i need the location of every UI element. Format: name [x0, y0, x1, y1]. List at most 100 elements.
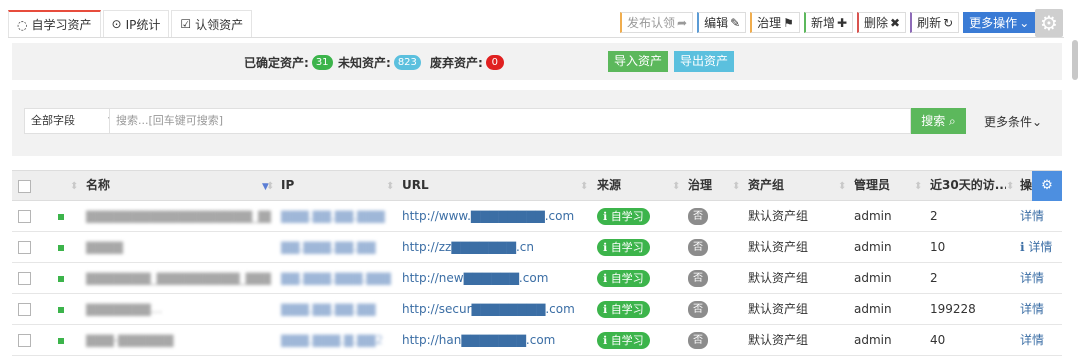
export-assets-button[interactable]: 导出资产 — [674, 51, 735, 72]
table-row[interactable]: ▇▇▇▇▇▇▇... ▇▇▇.▇▇.▇▇.▇▇ http://secur▇▇▇▇… — [12, 294, 1062, 325]
table-row[interactable]: ▇▇▇▇▇▇▇▇▇▇▇▇▇▇▇▇▇▇_▇▇_▇▇ ▇▇▇.▇▇.▇▇.▇▇▇ h… — [12, 201, 1062, 232]
info-icon: ℹ — [603, 272, 611, 285]
tab-ip-stats[interactable]: ⊙ IP统计 — [102, 10, 170, 37]
table-row[interactable]: ▇▇▇▇▇▇▇_▇▇▇▇▇▇▇▇▇_▇▇▇▇▇▇ ▇▇.▇▇▇.▇▇▇.▇▇▇ … — [12, 263, 1062, 294]
tab-label: 自学习资产 — [31, 18, 92, 32]
status-square-icon — [58, 338, 64, 344]
source-text: 自学习 — [610, 303, 644, 316]
detail-link[interactable]: 详情 — [1020, 263, 1044, 294]
tab-divider — [8, 37, 1064, 38]
top-bar: ◌ 自学习资产 ⊙ IP统计 ☑ 认领资产 发布认领 ➦ 编辑 ✎ 治理 ⚑ 新… — [0, 0, 1080, 40]
learn-badge: ℹ 自学习 — [597, 270, 650, 287]
source-badge: ℹ 自学习 — [597, 201, 650, 232]
row-checkbox[interactable] — [18, 303, 31, 316]
asset-ip: ▇▇▇.▇▇▇.▇.▇▇2 — [281, 333, 384, 347]
col-source[interactable]: 来源 — [597, 171, 621, 202]
more-actions-button[interactable]: 更多操作 ⌄ — [963, 12, 1036, 33]
asset-stats-panel: 已确定资产: 31 未知资产: 823 废弃资产: 0 导入资产 导出资产 — [12, 43, 1062, 80]
add-button[interactable]: 新增 ✚ — [803, 12, 854, 33]
govern-value: 否 — [688, 332, 708, 349]
refresh-button[interactable]: 刷新 ↻ — [910, 12, 960, 33]
govern-badge: 否 — [688, 325, 708, 356]
asset-name: ▇▇▇-▇▇▇▇▇▇ — [86, 333, 174, 347]
share-icon: ➦ — [677, 15, 688, 30]
sort-icon[interactable]: ⬍ — [70, 171, 78, 202]
govern-badge: 否 — [688, 263, 708, 294]
delete-label: 删除 — [864, 16, 889, 30]
col-asset-group[interactable]: 资产组 — [748, 171, 784, 202]
asset-url[interactable]: http://han▇▇▇▇▇▇▇.com — [402, 325, 582, 356]
col-name[interactable]: 名称 — [86, 171, 110, 202]
table-row[interactable]: ▇▇▇-▇▇▇▇▇▇ ▇▇▇.▇▇▇.▇.▇▇2 http://han▇▇▇▇▇… — [12, 325, 1062, 356]
row-checkbox[interactable] — [18, 272, 31, 285]
asset-url[interactable]: http://new▇▇▇▇▇▇.com — [402, 263, 582, 294]
search-field-select[interactable]: 全部字段 ▼ — [24, 108, 120, 134]
table-row[interactable]: ▇▇▇▇ ▇▇.▇▇▇.▇▇.▇▇ http://zz▇▇▇▇▇▇▇.cn ℹ … — [12, 232, 1062, 263]
asset-ip: ▇▇.▇▇▇.▇▇.▇▇ — [281, 240, 376, 254]
sort-icon[interactable]: ⬍ — [838, 171, 846, 202]
asset-url[interactable]: http://www.▇▇▇▇▇▇▇▇.com — [402, 201, 582, 232]
row-checkbox[interactable] — [18, 334, 31, 347]
checkbox-icon: ☑ — [180, 17, 192, 31]
tab-label: 认领资产 — [195, 17, 244, 32]
sort-icon[interactable]: ⬍ — [386, 171, 394, 202]
govern-badge: 否 — [688, 294, 708, 325]
learn-badge: ℹ 自学习 — [597, 332, 650, 349]
asset-ip: ▇▇▇.▇▇.▇▇.▇▇▇ — [281, 209, 385, 223]
col-govern[interactable]: 治理 — [688, 171, 712, 202]
visits-30d: 40 — [930, 333, 946, 347]
info-icon: ℹ — [603, 334, 611, 347]
tab-self-learned-assets[interactable]: ◌ 自学习资产 — [8, 10, 101, 37]
govern-badge: 否 — [688, 232, 708, 263]
column-settings-gear-icon[interactable]: ⚙ — [1032, 171, 1062, 201]
search-field-value: 全部字段 — [31, 114, 75, 127]
col-admin[interactable]: 管理员 — [854, 171, 890, 202]
govern-button[interactable]: 治理 ⚑ — [750, 12, 800, 33]
asset-ip: ▇▇▇.▇▇.▇▇.▇▇ — [281, 302, 376, 316]
select-all-checkbox[interactable] — [18, 180, 31, 193]
source-text: 自学习 — [610, 210, 644, 223]
search-button[interactable]: 搜索 ⌕ — [911, 108, 966, 134]
status-square-icon — [58, 307, 64, 313]
sort-icon[interactable]: ⬍ — [580, 171, 588, 202]
confirmed-count-badge: 31 — [311, 55, 333, 70]
tab-strip: ◌ 自学习资产 ⊙ IP统计 ☑ 认领资产 — [8, 10, 254, 38]
sort-icon[interactable]: ⬍ — [1006, 171, 1014, 202]
scrollbar[interactable] — [1072, 40, 1078, 80]
govern-value: 否 — [688, 270, 708, 287]
row-checkbox[interactable] — [18, 241, 31, 254]
search-input[interactable]: 搜索...[回车键可搜索] — [109, 108, 911, 134]
learn-badge: ℹ 自学习 — [597, 208, 650, 225]
asset-group: 默认资产组 — [748, 333, 809, 347]
table-body: ▇▇▇▇▇▇▇▇▇▇▇▇▇▇▇▇▇▇_▇▇_▇▇ ▇▇▇.▇▇.▇▇.▇▇▇ h… — [12, 201, 1062, 356]
import-assets-button[interactable]: 导入资产 — [608, 51, 669, 72]
col-visits-30d[interactable]: 近30天的访... — [930, 171, 1006, 202]
detail-link[interactable]: 详情 — [1020, 201, 1044, 232]
detail-link[interactable]: 详情 — [1020, 325, 1044, 356]
asset-url[interactable]: http://secur▇▇▇▇▇▇▇▇.com — [402, 294, 582, 325]
row-checkbox[interactable] — [18, 210, 31, 223]
asset-name: ▇▇▇▇▇▇▇_▇▇▇▇▇▇▇▇▇_▇▇▇▇▇▇ — [86, 271, 271, 285]
publish-claim-button[interactable]: 发布认领 ➦ — [620, 12, 694, 33]
more-conditions-toggle[interactable]: 更多条件⌄ — [984, 113, 1042, 130]
sort-icon[interactable]: ⬍ — [732, 171, 740, 202]
asset-url[interactable]: http://zz▇▇▇▇▇▇▇.cn — [402, 232, 582, 263]
source-badge: ℹ 自学习 — [597, 263, 650, 294]
asset-group: 默认资产组 — [748, 209, 809, 223]
delete-button[interactable]: 删除 ✖ — [857, 12, 907, 33]
col-ip[interactable]: IP — [281, 171, 294, 202]
tab-claimed-assets[interactable]: ☑ 认领资产 — [171, 10, 253, 37]
detail-link[interactable]: ℹ 详情 — [1020, 232, 1052, 263]
asset-name: ▇▇▇▇▇▇▇▇▇▇▇▇▇▇▇▇▇▇_▇▇_▇▇ — [86, 209, 271, 223]
source-badge: ℹ 自学习 — [597, 325, 650, 356]
asset-name: ▇▇▇▇▇▇▇... — [86, 302, 163, 316]
sort-icon[interactable]: ⬍ — [266, 171, 274, 202]
sort-icon[interactable]: ⬍ — [914, 171, 922, 202]
more-actions-label: 更多操作 — [969, 16, 1018, 30]
edit-button[interactable]: 编辑 ✎ — [697, 12, 747, 33]
settings-gear-icon[interactable]: ⚙ — [1035, 9, 1063, 37]
col-url[interactable]: URL — [402, 171, 429, 202]
sort-icon[interactable]: ⬍ — [672, 171, 680, 202]
detail-link[interactable]: 详情 — [1020, 294, 1044, 325]
source-badge: ℹ 自学习 — [597, 294, 650, 325]
